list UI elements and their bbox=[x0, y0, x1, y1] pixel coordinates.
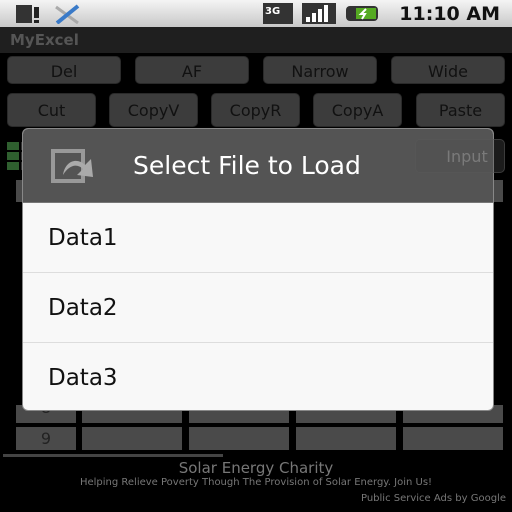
cell[interactable] bbox=[296, 427, 396, 450]
ad-title[interactable]: Solar Energy Charity bbox=[0, 460, 512, 476]
horizontal-scrollbar[interactable] bbox=[3, 454, 223, 457]
clock: 11:10 AM bbox=[399, 3, 500, 25]
copya-button[interactable]: CopyA bbox=[313, 93, 402, 127]
af-button[interactable]: AF bbox=[135, 56, 249, 84]
cut-button[interactable]: Cut bbox=[7, 93, 96, 127]
copyv-button[interactable]: CopyV bbox=[109, 93, 198, 127]
app-title: MyExcel bbox=[0, 27, 512, 53]
svg-text:3G: 3G bbox=[265, 6, 280, 17]
load-file-icon bbox=[51, 149, 93, 183]
battery-charging-icon bbox=[346, 6, 378, 21]
file-item-data1[interactable]: Data1 bbox=[23, 203, 493, 273]
ad-banner[interactable]: Solar Energy Charity Helping Relieve Pov… bbox=[0, 460, 512, 504]
del-button[interactable]: Del bbox=[7, 56, 121, 84]
file-item-data2[interactable]: Data2 bbox=[23, 273, 493, 343]
cell[interactable] bbox=[82, 427, 182, 450]
row-header-9[interactable]: 9 bbox=[16, 427, 76, 450]
cell[interactable] bbox=[403, 427, 503, 450]
status-bar: 3G 11:10 AM bbox=[0, 0, 512, 27]
3g-icon: 3G bbox=[263, 3, 293, 24]
narrow-button[interactable]: Narrow bbox=[263, 56, 377, 84]
copyr-button[interactable]: CopyR bbox=[211, 93, 300, 127]
cell[interactable] bbox=[189, 427, 289, 450]
tools-icon bbox=[55, 4, 80, 24]
sd-card-warning-icon bbox=[16, 5, 39, 23]
signal-icon bbox=[302, 3, 336, 24]
ad-text[interactable]: Helping Relieve Poverty Though The Provi… bbox=[0, 476, 512, 489]
ad-footer: Public Service Ads by Google bbox=[360, 493, 506, 504]
paste-button[interactable]: Paste bbox=[416, 93, 505, 127]
wide-button[interactable]: Wide bbox=[391, 56, 505, 84]
file-item-data3[interactable]: Data3 bbox=[23, 343, 493, 410]
dialog-title: Select File to Load bbox=[133, 151, 361, 180]
input-button[interactable]: Input bbox=[415, 139, 505, 173]
